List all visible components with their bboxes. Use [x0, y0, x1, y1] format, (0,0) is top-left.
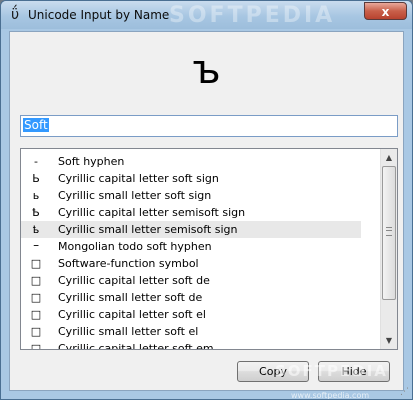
title-bar[interactable]: ΰ Unicode Input by Name SOFTPEDIA x: [1, 1, 412, 29]
hide-button[interactable]: Hide: [318, 361, 390, 382]
footer-url-watermark: www.softpedia.com: [291, 391, 370, 400]
list-item[interactable]: □ Cyrillic small letter soft de: [21, 289, 361, 306]
list-item[interactable]: □ Cyrillic small letter soft el: [21, 323, 361, 340]
list-item-name: Cyrillic small letter soft de: [58, 291, 203, 304]
list-item[interactable]: Ҍ Cyrillic capital letter semisoft sign: [21, 204, 361, 221]
list-item[interactable]: Ь Cyrillic capital letter soft sign: [21, 170, 361, 187]
list-scrollbar[interactable]: ▲ ▼: [380, 149, 397, 349]
close-button[interactable]: x: [364, 2, 407, 20]
list-item-glyph: □: [30, 257, 42, 270]
list-item-name: Software-function symbol: [58, 257, 199, 270]
list-item-name: Cyrillic capital letter soft de: [58, 274, 210, 287]
list-item[interactable]: □ Cyrillic capital letter soft de: [21, 272, 361, 289]
list-item[interactable]: □ Software-function symbol: [21, 255, 361, 272]
list-item-name: Cyrillic small letter soft el: [58, 325, 199, 338]
list-item-glyph: □: [30, 325, 42, 338]
copy-button[interactable]: Copy: [237, 361, 309, 382]
list-item[interactable]: □ Cyrillic capital letter soft el: [21, 306, 361, 323]
results-list[interactable]: - Soft hyphen Ь Cyrillic capital letter sof…: [20, 148, 398, 350]
app-window: ΰ Unicode Input by Name SOFTPEDIA x ъ So…: [0, 0, 413, 400]
client-area: ъ Soft - Soft hyphen Ь Cyrillic capital let…: [9, 31, 404, 391]
list-item-glyph: ᠆: [33, 240, 39, 253]
list-item-glyph: Ҍ: [32, 206, 40, 219]
list-item[interactable]: ҍ Cyrillic small letter semisoft sign: [21, 221, 361, 238]
list-item-glyph: □: [30, 291, 42, 304]
scroll-thumb[interactable]: [382, 166, 396, 300]
preview-character: ъ: [192, 47, 221, 93]
list-item[interactable]: □ Cyrillic capital letter soft em: [21, 340, 361, 350]
scroll-up-arrow-icon[interactable]: ▲: [381, 149, 397, 166]
list-item-name: Mongolian todo soft hyphen: [58, 240, 212, 253]
scroll-down-arrow-icon[interactable]: ▼: [381, 332, 397, 349]
thumb-grip-icon: [386, 227, 392, 236]
list-item-glyph: □: [30, 342, 42, 350]
search-input-value: Soft: [23, 118, 49, 132]
list-item[interactable]: ᠆ Mongolian todo soft hyphen: [21, 238, 361, 255]
window-title: Unicode Input by Name: [28, 8, 170, 22]
list-item-name: Cyrillic capital letter soft em: [58, 342, 214, 350]
list-item[interactable]: - Soft hyphen: [21, 153, 361, 170]
close-icon: x: [381, 5, 390, 19]
list-item-glyph: ҍ: [32, 223, 40, 236]
title-watermark: SOFTPEDIA: [169, 3, 336, 28]
list-item-name: Cyrillic capital letter soft sign: [58, 172, 219, 185]
search-input[interactable]: Soft: [20, 115, 398, 137]
resize-grip-icon[interactable]: ⋰: [399, 387, 409, 397]
list-item-name: Cyrillic capital letter semisoft sign: [58, 206, 246, 219]
list-item-name: Soft hyphen: [58, 155, 125, 168]
app-icon[interactable]: ΰ: [8, 7, 22, 23]
list-item-glyph: ь: [32, 189, 40, 202]
list-item-glyph: □: [30, 274, 42, 287]
list-item-glyph: □: [30, 308, 42, 321]
list-item-name: Cyrillic small letter soft sign: [58, 189, 212, 202]
list-item-name: Cyrillic small letter semisoft sign: [58, 223, 238, 236]
list-item-glyph: Ь: [32, 172, 40, 185]
list-item-glyph: -: [34, 155, 38, 168]
list-item-name: Cyrillic capital letter soft el: [58, 308, 206, 321]
list-item[interactable]: ь Cyrillic small letter soft sign: [21, 187, 361, 204]
